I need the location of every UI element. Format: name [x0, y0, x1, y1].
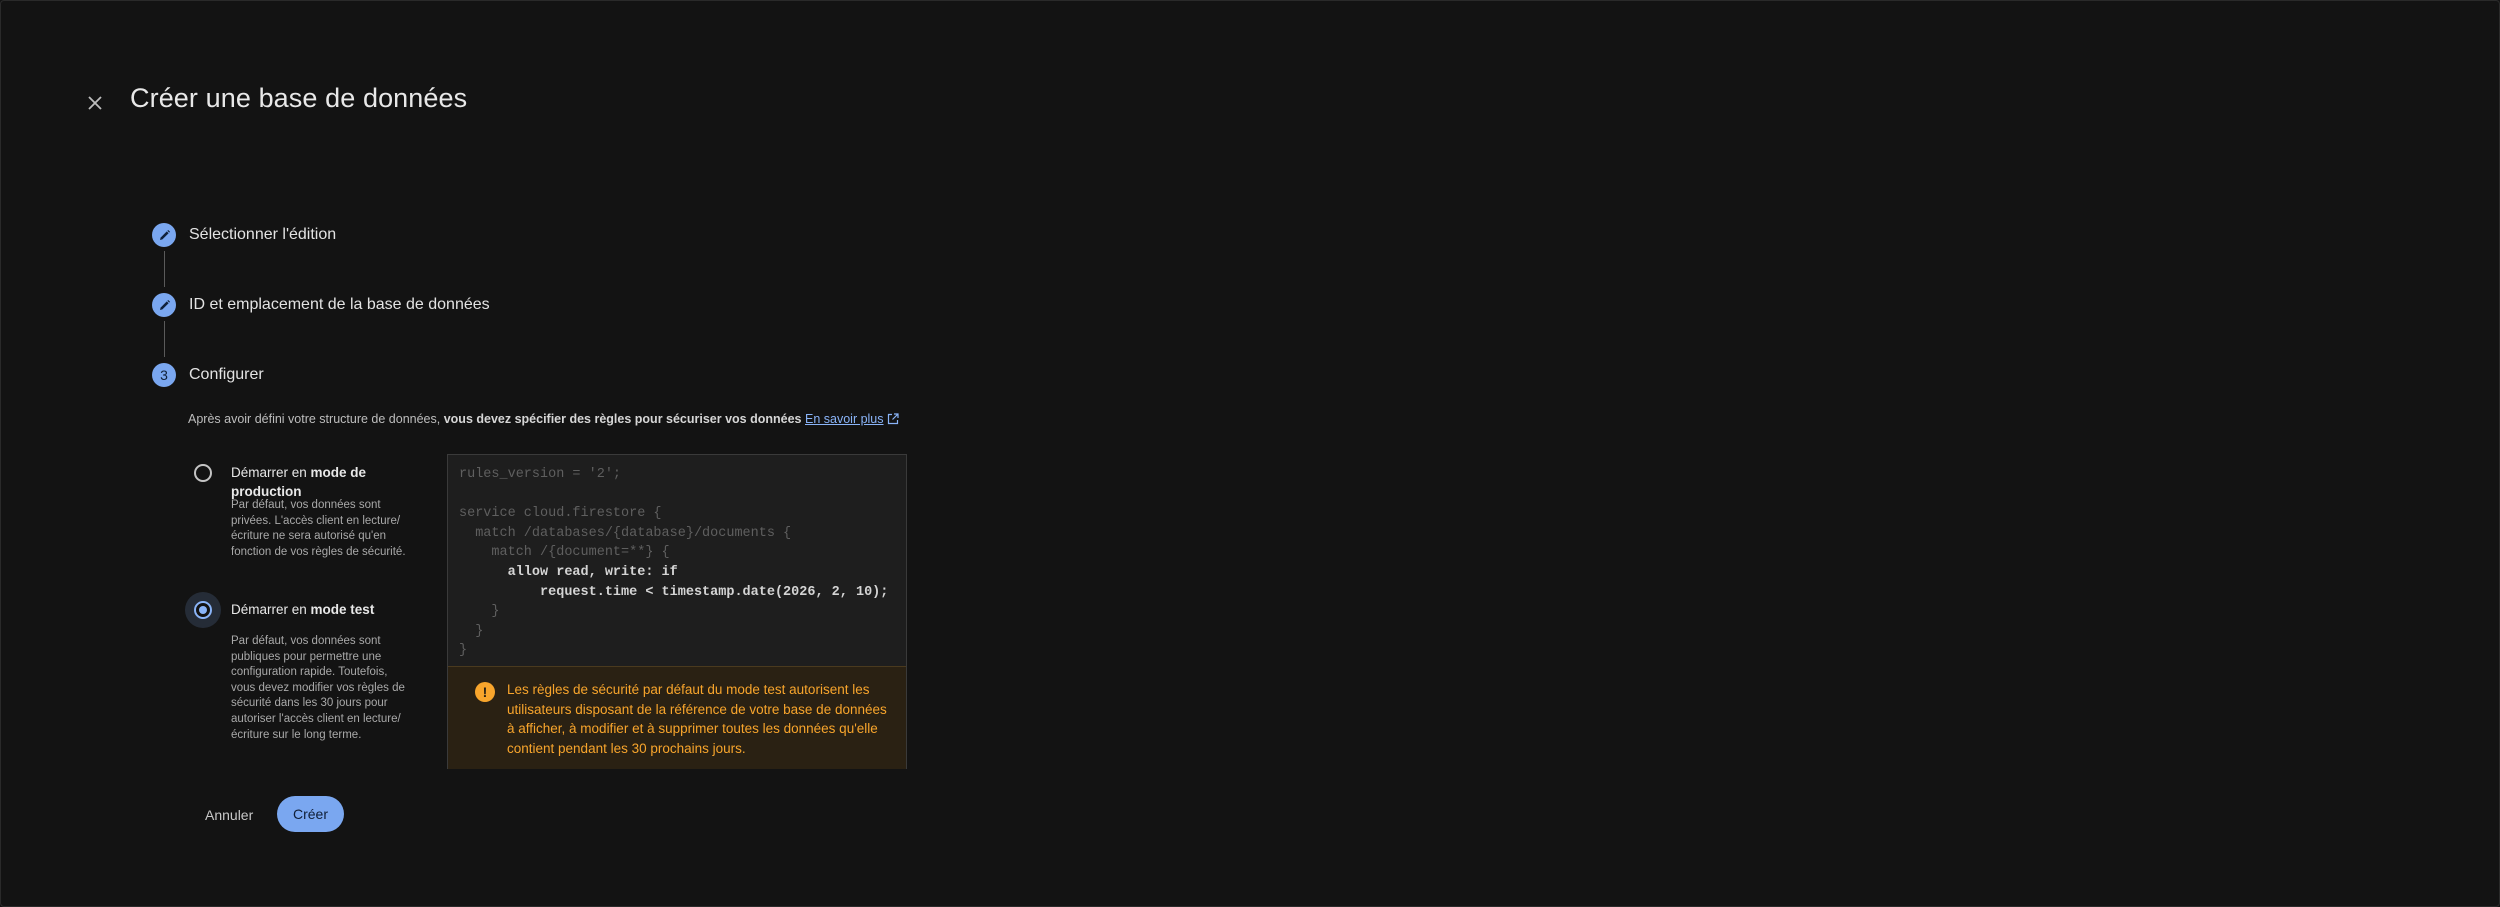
- rules-preview: rules_version = '2'; service cloud.fires…: [447, 454, 907, 769]
- step-configure: 3 Configurer: [152, 363, 264, 387]
- code-line: }: [459, 623, 484, 639]
- step-connector: [164, 321, 165, 357]
- code-line: match /{document=**} {: [459, 545, 670, 561]
- step-done-indicator: [152, 293, 176, 317]
- step-label: Sélectionner l'édition: [189, 226, 337, 243]
- edit-icon: [159, 299, 170, 310]
- code-line: }: [459, 643, 468, 659]
- code-line: service cloud.firestore {: [459, 506, 662, 522]
- code-line: }: [459, 604, 500, 620]
- rules-code: rules_version = '2'; service cloud.fires…: [459, 465, 888, 661]
- dialog: Créer une base de données Sélectionner l…: [0, 0, 2500, 907]
- learn-more-link[interactable]: En savoir plus: [805, 412, 884, 426]
- step-label: ID et emplacement de la base de données: [189, 296, 490, 313]
- option-description: Par défaut, vos données sont privées. L'…: [231, 499, 406, 558]
- code-line: request.time < timestamp.date(2026, 2, 1…: [459, 584, 889, 600]
- step-number: 3: [152, 363, 176, 387]
- edit-icon: [159, 229, 170, 240]
- test-mode-warning: ! Les règles de sécurité par défaut du m…: [448, 666, 906, 769]
- radio-production[interactable]: [194, 464, 212, 482]
- dialog-title: Créer une base de données: [130, 83, 468, 113]
- radio-test[interactable]: [194, 601, 212, 619]
- step-connector: [164, 251, 165, 287]
- option-description: Par défaut, vos données sont publiques p…: [231, 635, 405, 741]
- step-done-indicator: [152, 223, 176, 247]
- warning-text: Les règles de sécurité par défaut du mod…: [507, 682, 887, 756]
- step-select-edition[interactable]: Sélectionner l'édition: [152, 223, 336, 247]
- external-link-icon: [887, 413, 899, 425]
- code-line: match /databases/{database}/documents {: [459, 525, 792, 541]
- configure-description: Après avoir défini votre structure de do…: [188, 412, 899, 426]
- step-label: Configurer: [189, 366, 264, 383]
- warning-icon: !: [475, 682, 495, 702]
- code-line: allow read, write: if: [459, 564, 678, 580]
- close-icon: [88, 96, 102, 110]
- close-button[interactable]: [81, 89, 109, 117]
- step-id-location[interactable]: ID et emplacement de la base de données: [152, 293, 490, 317]
- option-title: Démarrer en mode test: [231, 602, 375, 617]
- create-button[interactable]: Créer: [277, 796, 344, 832]
- code-line: rules_version = '2';: [459, 467, 622, 482]
- description-text: Après avoir défini votre structure de do…: [188, 412, 441, 426]
- option-title: Démarrer en mode de production: [231, 465, 367, 499]
- cancel-button[interactable]: Annuler: [193, 797, 265, 833]
- description-bold-text: vous devez spécifier des règles pour séc…: [443, 412, 802, 426]
